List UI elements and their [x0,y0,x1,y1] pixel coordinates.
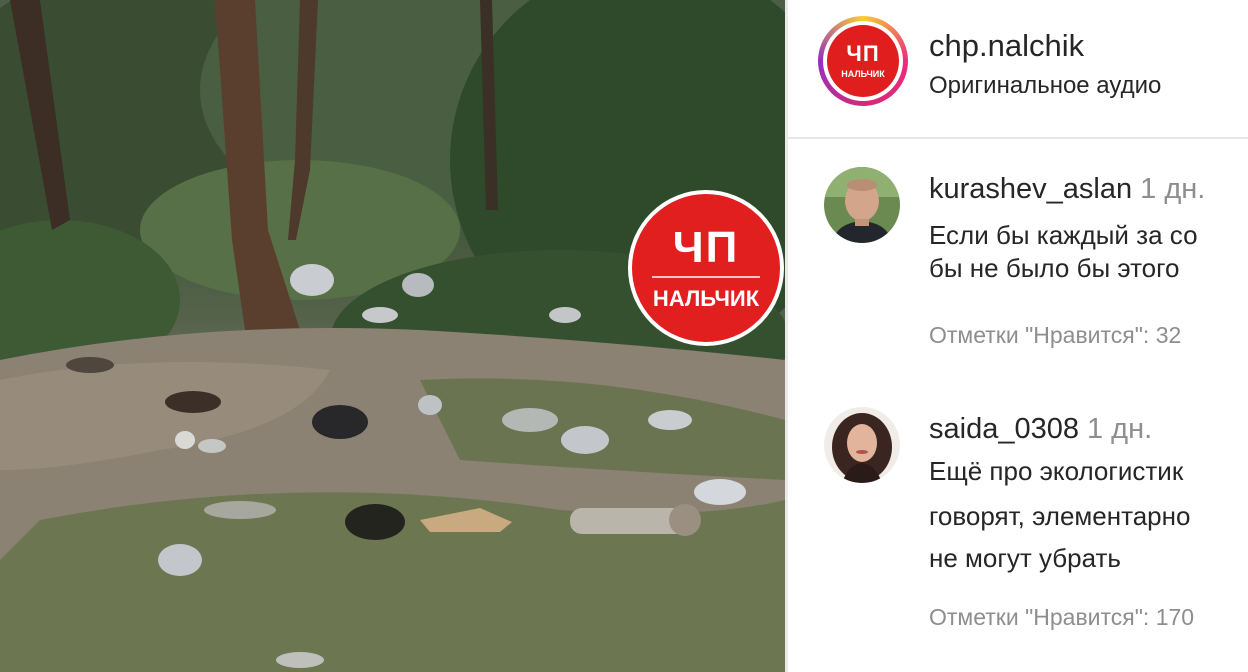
commenter-photo [824,407,900,483]
comment-line: говорят, элементарно [929,501,1191,531]
comment-line: Если бы каждый за со [929,220,1198,250]
account-avatar-city: НАЛЬЧИК [841,69,885,79]
commenter-username-link[interactable]: kurashev_aslan [929,173,1132,205]
watermark-city: НАЛЬЧИК [652,286,760,311]
watermark-title: ЧП [672,223,740,272]
commenter-username-link[interactable]: saida_0308 [929,413,1079,445]
comment-likes-link[interactable]: Отметки "Нравится": 32 [929,322,1181,349]
comment-username[interactable]: kurashev_aslan 1 дн. [929,173,1205,206]
header-divider [788,137,1248,139]
post-side-panel: ЧП НАЛЬЧИК chp.nalchik Оригинальное ауди… [788,0,1248,672]
watermark-logo: ЧП НАЛЬЧИК [628,190,784,346]
commenter-avatar[interactable] [824,167,900,243]
commenter-avatar[interactable] [824,407,900,483]
commenter-photo [824,167,900,243]
comment-line: не могут убрать [929,543,1121,573]
comment-timestamp[interactable]: 1 дн. [1140,173,1205,205]
comment-line: Ещё про экологистик [929,456,1184,486]
post-media[interactable]: ЧП НАЛЬЧИК [0,0,785,672]
comment-line: бы не было бы этого [929,253,1180,283]
account-username-link[interactable]: chp.nalchik [929,28,1084,64]
post-header: ЧП НАЛЬЧИК chp.nalchik Оригинальное ауди… [788,0,1248,139]
original-audio-link[interactable]: Оригинальное аудио [929,72,1161,100]
comment-username[interactable]: saida_0308 1 дн. [929,413,1152,446]
comment-likes-link[interactable]: Отметки "Нравится": 170 [929,604,1194,631]
account-avatar[interactable]: ЧП НАЛЬЧИК [827,25,899,97]
account-avatar-title: ЧП [846,41,880,66]
avatar-frame: ЧП НАЛЬЧИК [823,21,903,101]
watermark-rule [652,276,760,278]
comment-timestamp[interactable]: 1 дн. [1087,413,1152,445]
story-ring[interactable]: ЧП НАЛЬЧИК [818,16,908,106]
